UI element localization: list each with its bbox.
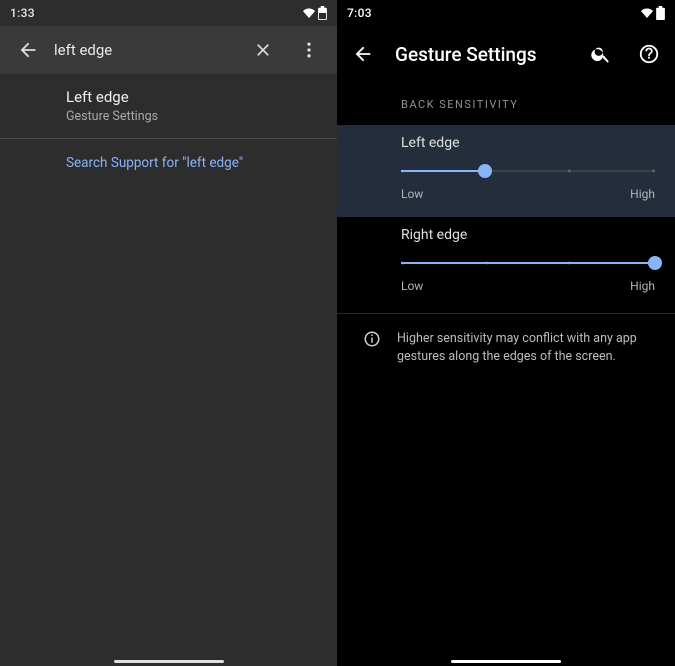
status-time: 7:03 [347, 6, 372, 20]
phone-search: 1:33 left edge Left edge Gesture Setting… [0, 0, 337, 666]
wifi-icon [640, 7, 654, 19]
slider-high-label: High [630, 279, 655, 293]
search-icon[interactable] [581, 34, 621, 74]
search-support-link[interactable]: Search Support for "left edge" [0, 139, 337, 187]
phone-gesture-settings: 7:03 Gesture Settings BACK SENSITIVITY L… [337, 0, 675, 666]
search-result-left-edge[interactable]: Left edge Gesture Settings [0, 74, 337, 139]
slider-right-edge: Right edge Low High [337, 217, 675, 309]
slider-thumb[interactable] [648, 256, 662, 270]
wifi-icon [302, 7, 316, 19]
result-subtitle: Gesture Settings [66, 109, 321, 124]
slider-label: Left edge [401, 135, 655, 151]
slider-label: Right edge [401, 227, 655, 243]
slider-low-label: Low [401, 279, 423, 293]
status-bar: 7:03 [337, 0, 675, 26]
status-time: 1:33 [10, 6, 35, 20]
search-input[interactable]: left edge [54, 41, 237, 59]
info-row: Higher sensitivity may conflict with any… [337, 313, 675, 378]
status-icons [640, 6, 665, 20]
slider-track[interactable] [401, 249, 655, 277]
gesture-nav-pill[interactable] [114, 660, 224, 664]
battery-icon [318, 6, 327, 20]
result-title: Left edge [66, 88, 321, 106]
info-icon [357, 330, 381, 366]
slider-thumb[interactable] [478, 164, 492, 178]
slider-track[interactable] [401, 157, 655, 185]
info-text: Higher sensitivity may conflict with any… [397, 330, 655, 366]
slider-left-edge: Left edge Low High [337, 125, 675, 217]
slider-high-label: High [630, 187, 655, 201]
help-icon[interactable] [629, 34, 669, 74]
search-bar: left edge [0, 26, 337, 74]
page-title: Gesture Settings [391, 43, 573, 66]
section-back-sensitivity-label: BACK SENSITIVITY [337, 82, 675, 125]
battery-icon [656, 6, 665, 20]
app-bar: Gesture Settings [337, 26, 675, 82]
back-icon[interactable] [8, 30, 48, 70]
back-icon[interactable] [343, 34, 383, 74]
status-icons [302, 6, 327, 20]
status-bar: 1:33 [0, 0, 337, 26]
more-icon[interactable] [289, 30, 329, 70]
gesture-nav-pill[interactable] [451, 660, 561, 664]
slider-low-label: Low [401, 187, 423, 201]
clear-icon[interactable] [243, 30, 283, 70]
